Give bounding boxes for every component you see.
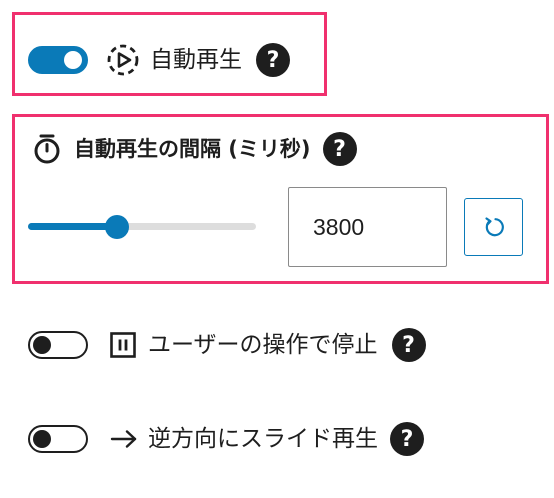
- slider-thumb[interactable]: [104, 215, 129, 239]
- reverse-playback-label: 逆方向にスライド再生: [148, 425, 378, 452]
- reverse-playback-row: 逆方向にスライド再生 ?: [28, 421, 424, 457]
- reset-button[interactable]: [464, 198, 523, 256]
- pause-on-interaction-label: ユーザーの操作で停止: [148, 331, 378, 358]
- pause-on-interaction-toggle[interactable]: [28, 331, 88, 359]
- interval-label: 自動再生の間隔 (ミリ秒): [74, 136, 311, 161]
- reset-icon: [481, 214, 507, 240]
- autoplay-help-icon[interactable]: ?: [256, 43, 290, 77]
- autoplay-setting-row: 自動再生 ?: [28, 42, 290, 78]
- pause-on-interaction-row: ユーザーの操作で停止 ?: [28, 327, 426, 363]
- autoplay-toggle[interactable]: [28, 46, 88, 74]
- toggle-knob: [64, 51, 82, 69]
- toggle-knob: [33, 430, 51, 448]
- interval-help-icon[interactable]: ?: [322, 132, 357, 166]
- reverse-playback-help-icon[interactable]: ?: [390, 422, 424, 456]
- pause-icon: [110, 332, 136, 358]
- stopwatch-icon: [32, 133, 62, 165]
- interval-slider[interactable]: [28, 212, 256, 242]
- pause-on-interaction-help-icon[interactable]: ?: [391, 328, 426, 362]
- toggle-knob: [33, 336, 51, 354]
- arrow-right-icon: [110, 428, 138, 450]
- slider-fill: [28, 223, 117, 230]
- autoplay-label: 自動再生: [150, 46, 242, 73]
- autoplay-icon: [106, 43, 140, 77]
- reverse-playback-toggle[interactable]: [28, 425, 88, 453]
- interval-input[interactable]: [288, 187, 447, 267]
- interval-setting-header: 自動再生の間隔 (ミリ秒) ?: [32, 132, 357, 166]
